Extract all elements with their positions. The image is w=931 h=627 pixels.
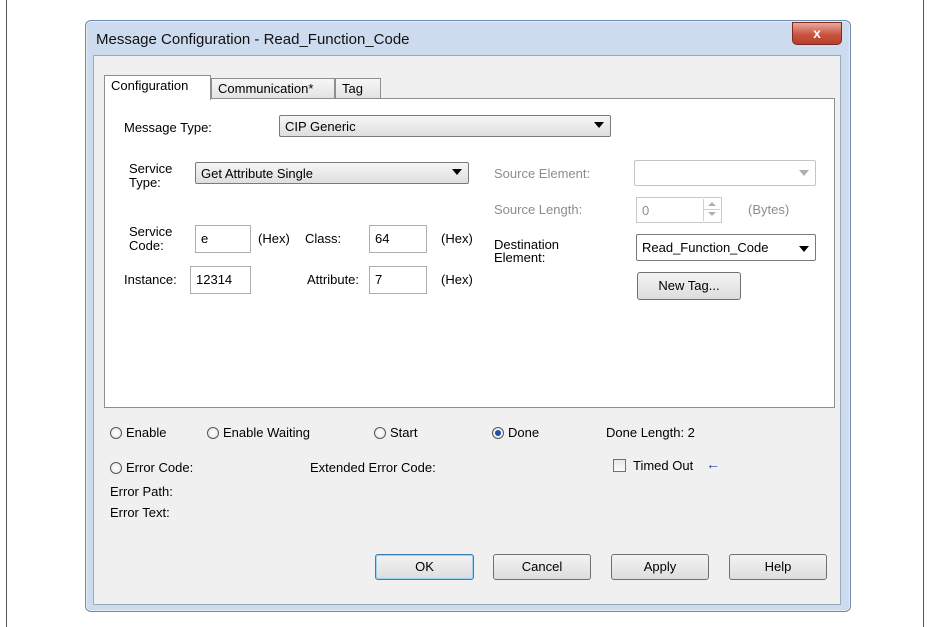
- tab-tag[interactable]: Tag: [335, 78, 381, 98]
- error-text-label: Error Text:: [110, 505, 170, 520]
- service-code-hex-label: (Hex): [258, 231, 290, 246]
- title-bar[interactable]: Message Configuration - Read_Function_Co…: [86, 21, 850, 55]
- done-label: Done: [508, 425, 540, 440]
- window-title: Message Configuration - Read_Function_Co…: [96, 31, 410, 48]
- source-length-value: 0: [642, 203, 650, 218]
- class-value: 64: [375, 231, 390, 246]
- error-code-label: Error Code:: [126, 460, 194, 475]
- timed-out-label: Timed Out: [633, 458, 694, 473]
- error-code-radio: [110, 462, 122, 474]
- cancel-button[interactable]: Cancel: [493, 554, 591, 580]
- error-path-label: Error Path:: [110, 484, 173, 499]
- attribute-input[interactable]: 7: [369, 266, 427, 294]
- message-type-dropdown[interactable]: CIP Generic: [279, 115, 611, 137]
- message-type-label: Message Type:: [124, 120, 212, 135]
- attribute-hex-label: (Hex): [441, 272, 473, 287]
- chevron-down-icon: [799, 170, 809, 176]
- message-type-value: CIP Generic: [285, 119, 356, 134]
- destination-element-dropdown[interactable]: Read_Function_Code: [636, 234, 816, 261]
- service-type-label-line1: Service: [129, 161, 173, 176]
- destination-label-line2: Element:: [494, 250, 546, 265]
- instance-input[interactable]: 12314: [190, 266, 251, 294]
- tab-configuration[interactable]: Configuration: [104, 75, 211, 100]
- class-input[interactable]: 64: [369, 225, 427, 253]
- start-radio: [374, 427, 386, 439]
- service-code-label-line2: Code:: [129, 238, 164, 253]
- spinner-icon[interactable]: [703, 199, 720, 221]
- extended-error-code-label: Extended Error Code:: [310, 460, 436, 475]
- service-code-input[interactable]: e: [195, 225, 251, 253]
- attribute-label: Attribute:: [307, 272, 360, 287]
- done-radio: [492, 427, 504, 439]
- service-code-value: e: [201, 231, 209, 246]
- instance-value: 12314: [196, 272, 233, 287]
- tab-communication[interactable]: Communication*: [211, 78, 335, 98]
- source-element-dropdown[interactable]: [634, 160, 816, 186]
- enable-waiting-radio: [207, 427, 219, 439]
- apply-button[interactable]: Apply: [611, 554, 709, 580]
- service-type-value: Get Attribute Single: [201, 166, 314, 181]
- service-type-label-line2: Type:: [129, 175, 161, 190]
- enable-radio: [110, 427, 122, 439]
- bytes-label: (Bytes): [748, 202, 790, 217]
- source-length-label: Source Length:: [494, 202, 583, 217]
- close-button[interactable]: x: [792, 22, 842, 45]
- enable-waiting-label: Enable Waiting: [223, 425, 310, 440]
- ok-button[interactable]: OK: [375, 554, 474, 580]
- service-type-dropdown[interactable]: Get Attribute Single: [195, 162, 469, 184]
- timed-out-checkbox: [613, 459, 626, 472]
- chevron-down-icon: [594, 122, 604, 128]
- source-element-label: Source Element:: [494, 166, 591, 181]
- chevron-down-icon: [452, 169, 462, 175]
- arrow-left-icon: ←: [706, 456, 720, 472]
- configuration-panel: Message Type: CIP Generic Service Type: …: [104, 98, 835, 408]
- destination-element-value: Read_Function_Code: [642, 240, 769, 255]
- attribute-value: 7: [375, 272, 383, 287]
- class-hex-label: (Hex): [441, 231, 473, 246]
- help-button[interactable]: Help: [729, 554, 827, 580]
- service-code-label-line1: Service: [129, 224, 173, 239]
- start-label: Start: [390, 425, 418, 440]
- instance-label: Instance:: [124, 272, 177, 287]
- class-label: Class:: [305, 231, 342, 246]
- dialog-client-area: Configuration Communication* Tag Message…: [93, 55, 841, 605]
- source-length-stepper[interactable]: 0: [636, 197, 722, 223]
- done-length-label: Done Length: 2: [606, 425, 695, 440]
- enable-label: Enable: [126, 425, 167, 440]
- message-configuration-dialog: Message Configuration - Read_Function_Co…: [85, 20, 851, 612]
- new-tag-button[interactable]: New Tag...: [637, 272, 741, 300]
- chevron-down-icon: [799, 246, 809, 252]
